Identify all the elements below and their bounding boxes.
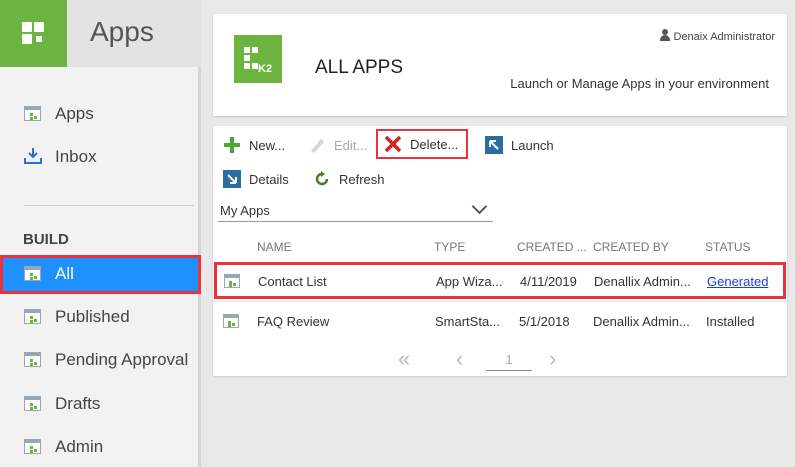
pagination: « ‹ 1 › [213,348,787,372]
cell-type: App Wiza... [436,274,503,289]
cell-name: FAQ Review [257,314,330,329]
sidebar-item-published[interactable]: Published [0,298,201,336]
sidebar-item-label: Admin [55,437,104,456]
cell-type: SmartSta... [435,314,501,329]
column-header-created[interactable]: CREATED ... [517,240,587,254]
sidebar-item-apps[interactable]: Apps [0,95,201,133]
table-row[interactable]: FAQ Review SmartSta... 5/1/2018 Denallix… [213,302,787,342]
sidebar-item-drafts[interactable]: Drafts [0,385,201,423]
new-button[interactable]: New... [223,133,285,157]
apps-filter-select[interactable]: My Apps [218,198,493,222]
details-label: Details [249,171,289,187]
edit-label: Edit... [334,137,368,153]
launch-button[interactable]: Launch [485,133,554,157]
cell-status: Installed [706,314,755,329]
app-icon [24,266,41,281]
launch-icon [485,136,503,154]
sidebar-item-label: Drafts [55,394,101,413]
status-link[interactable]: Generated [707,274,783,289]
plus-icon [224,137,240,153]
launch-label: Launch [511,137,554,153]
apps-panel: New... Edit... Delete... Launch Details … [213,126,787,376]
apps-logo-icon[interactable] [0,0,67,67]
sidebar-item-inbox[interactable]: Inbox [0,138,201,176]
user-name: Denaix Administrator [673,31,776,43]
sidebar-item-pending-approval[interactable]: Pending Approval [0,341,201,379]
filter-value: My Apps [220,203,270,218]
app-icon [223,314,239,328]
sidebar-item-label: All [55,264,74,283]
sidebar-item-label: Inbox [55,147,97,166]
sidebar-item-label: Apps [55,104,94,123]
app-icon [24,396,41,411]
inbox-icon [24,148,42,164]
app-icon [24,352,41,367]
sidebar: Apps Apps Inbox BUILD All Published Pend… [0,0,201,467]
new-label: New... [249,137,286,153]
refresh-icon [315,171,329,186]
delete-button[interactable]: Delete... [376,129,469,159]
cell-created-by: Denallix Admin... [594,274,691,289]
chevron-down-icon [471,198,488,215]
column-header-status[interactable]: STATUS [705,240,751,254]
cell-created: 4/11/2019 [520,274,577,289]
app-icon [24,309,41,324]
refresh-label: Refresh [339,171,385,187]
table-row[interactable]: Contact List App Wiza... 4/11/2019 Denal… [214,262,786,299]
sidebar-divider [24,205,194,206]
user-icon [659,29,670,41]
column-header-name[interactable]: NAME [257,240,292,254]
sidebar-header: Apps [0,0,201,67]
sidebar-item-label: Pending Approval [55,350,189,369]
details-icon [223,170,241,188]
page-header: K2 ALL APPS Denaix Administrator Launch … [213,14,787,116]
pencil-icon [311,139,324,153]
k2-logo: K2 [234,35,282,83]
prev-page-icon[interactable]: ‹ [456,348,463,370]
user-menu[interactable]: Denaix Administrator [659,29,776,43]
app-icon [224,274,240,288]
sidebar-item-all[interactable]: All [0,255,201,294]
logo-text: K2 [258,63,273,75]
close-icon [384,135,402,153]
sidebar-item-admin[interactable]: Admin [0,428,201,466]
column-header-created-by[interactable]: CREATED BY [593,240,669,254]
page-subtitle: Launch or Manage Apps in your environmen… [510,76,769,91]
sidebar-item-label: Published [55,307,130,326]
sidebar-title: Apps [90,16,154,47]
next-page-icon[interactable]: › [549,348,556,370]
app-icon [24,439,41,454]
delete-label: Delete... [410,136,459,152]
page-number[interactable]: 1 [486,352,532,371]
details-button[interactable]: Details [223,167,289,191]
app-icon [24,106,41,121]
edit-button[interactable]: Edit... [308,133,367,157]
column-header-type[interactable]: TYPE [434,240,465,254]
refresh-button[interactable]: Refresh [313,167,385,191]
cell-created-by: Denallix Admin... [593,314,690,329]
cell-created: 5/1/2018 [519,314,570,329]
sidebar-section-label: BUILD [23,231,69,248]
cell-name: Contact List [258,274,327,289]
first-page-icon[interactable]: « [398,348,410,370]
page-title: ALL APPS [315,57,404,78]
